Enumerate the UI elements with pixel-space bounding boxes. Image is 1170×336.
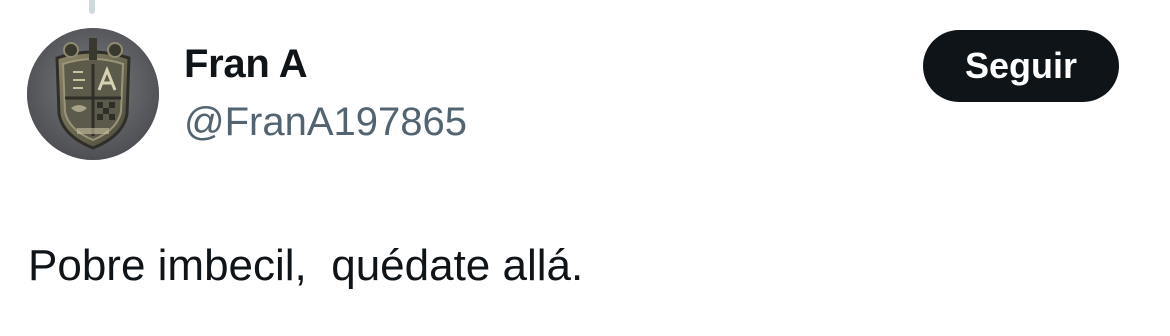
user-handle[interactable]: @FranA197865: [184, 98, 467, 146]
tweet-text: Pobre imbecil, quédate allá.: [28, 241, 584, 290]
thread-connector-line: [89, 0, 95, 14]
coat-of-arms-icon: [27, 28, 159, 160]
user-info: Fran A @FranA197865: [184, 40, 467, 146]
avatar[interactable]: [27, 28, 159, 160]
display-name[interactable]: Fran A: [184, 40, 467, 88]
follow-button[interactable]: Seguir: [923, 30, 1119, 102]
